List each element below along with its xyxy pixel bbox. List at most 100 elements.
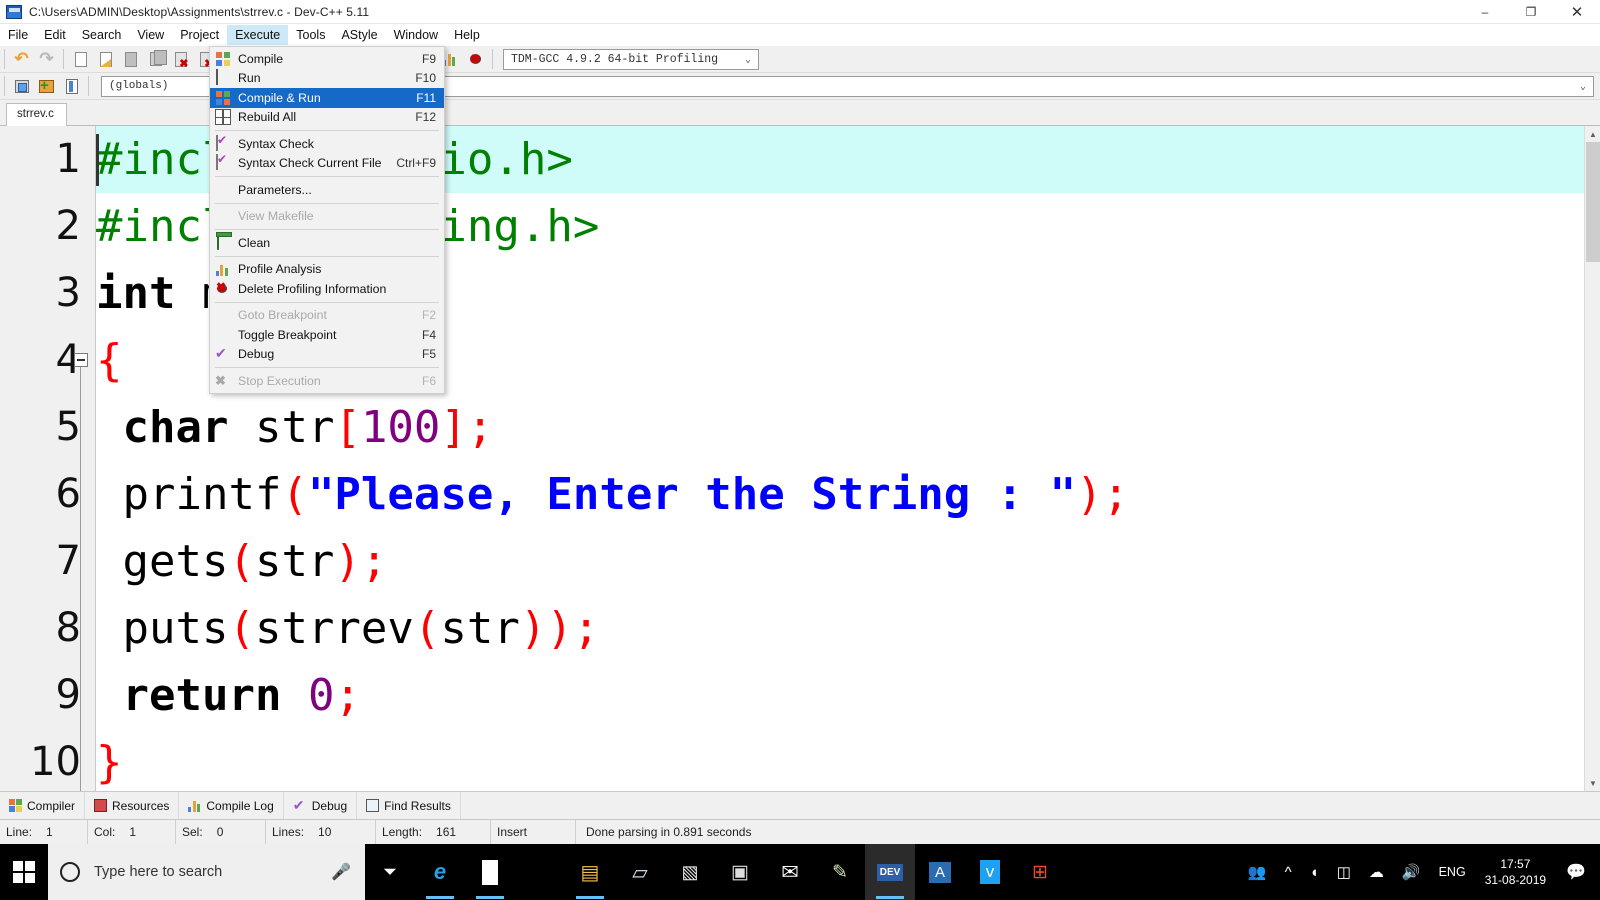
- taskbar-word-icon[interactable]: A: [915, 844, 965, 900]
- scroll-up-arrow[interactable]: ▲: [1585, 126, 1600, 142]
- profile-analysis-icon: [443, 52, 458, 66]
- code-line[interactable]: puts(strrev(str));: [96, 595, 1584, 662]
- bottom-panel-tabs: Compiler Resources Compile Log ✔ Debug Find R…: [0, 791, 1600, 820]
- code-fold-toggle[interactable]: [74, 353, 88, 367]
- delete-profiling-button[interactable]: [464, 48, 487, 70]
- menu-separator: [215, 255, 439, 257]
- menu-item-search[interactable]: Search: [74, 25, 130, 45]
- menu-bar: File Edit Search View Project Execute Tools ASt…: [0, 24, 1600, 46]
- new-file-button[interactable]: [69, 48, 92, 70]
- taskbar-python-icon[interactable]: ▧: [665, 844, 715, 900]
- menu-item-file[interactable]: File: [0, 25, 36, 45]
- code-token: (: [228, 536, 255, 587]
- battery-icon[interactable]: ◫: [1328, 863, 1360, 881]
- execute-menu-item-debug[interactable]: Debug F5: [210, 345, 444, 365]
- bottom-tab-compile-log[interactable]: Compile Log: [179, 792, 284, 819]
- action-center-icon[interactable]: 💬: [1556, 862, 1600, 882]
- taskbar-notepad-icon[interactable]: ▱: [615, 844, 665, 900]
- taskbar-search-input[interactable]: Type here to search 🎤: [48, 844, 365, 900]
- code-token: int: [96, 268, 176, 319]
- compiler-set-select[interactable]: TDM-GCC 4.9.2 64-bit Profiling ⌄: [503, 48, 759, 70]
- language-indicator[interactable]: ENG: [1430, 865, 1475, 879]
- execute-menu-item-delete-profiling-information[interactable]: Delete Profiling Information: [210, 279, 444, 299]
- editor-tab-strrev-c[interactable]: strrev.c: [6, 103, 67, 126]
- office-icon: ⊞: [1032, 861, 1048, 883]
- execute-menu-item-syntax-check-current-file[interactable]: Syntax Check Current File Ctrl+F9: [210, 154, 444, 174]
- code-token: str: [228, 402, 335, 453]
- taskbar-office-icon[interactable]: ⊞: [1015, 844, 1065, 900]
- taskbar-task-view-icon[interactable]: ⏷: [365, 844, 415, 900]
- menu-item-execute[interactable]: Execute: [227, 25, 289, 45]
- taskbar-file-explorer-icon[interactable]: ▤: [565, 844, 615, 900]
- scroll-down-arrow[interactable]: ▼: [1585, 775, 1600, 791]
- maximize-button[interactable]: ❐: [1508, 0, 1554, 24]
- bottom-tab-find-results[interactable]: Find Results: [357, 792, 461, 819]
- minimize-button[interactable]: –: [1462, 0, 1508, 24]
- menu-item-edit[interactable]: Edit: [36, 25, 74, 45]
- code-line[interactable]: gets(str);: [96, 528, 1584, 595]
- members-select[interactable]: ⌄: [255, 75, 1594, 97]
- code-line[interactable]: }: [96, 729, 1584, 791]
- save-button[interactable]: [119, 48, 142, 70]
- code-line[interactable]: return 0;: [96, 662, 1584, 729]
- line-number: 5: [55, 404, 81, 450]
- taskbar-microsoft-store-icon[interactable]: ⊞: [465, 844, 515, 900]
- microphone-icon[interactable]: 🎤: [331, 862, 351, 882]
- close-button[interactable]: ✕: [1554, 0, 1600, 24]
- undo-button[interactable]: [10, 48, 33, 70]
- taskbar-chrome-icon[interactable]: ●: [515, 844, 565, 900]
- execute-menu-item-parameters[interactable]: Parameters...: [210, 180, 444, 200]
- project-options-button[interactable]: [60, 75, 83, 97]
- execute-menu-item-rebuild-all[interactable]: Rebuild All F12: [210, 108, 444, 128]
- menu-item-project[interactable]: Project: [172, 25, 227, 45]
- line-number: 2: [55, 203, 81, 249]
- people-icon[interactable]: 👥: [1239, 863, 1276, 881]
- redo-button[interactable]: [35, 48, 58, 70]
- menu-item-help[interactable]: Help: [446, 25, 488, 45]
- menu-item-shortcut: F11: [416, 90, 436, 105]
- execute-menu-item-syntax-check[interactable]: Syntax Check: [210, 134, 444, 154]
- execute-menu-item-run[interactable]: Run F10: [210, 69, 444, 89]
- syntax-check-file-icon: [214, 154, 232, 171]
- taskbar-mail-icon[interactable]: ✉: [765, 844, 815, 900]
- close-file-icon: [174, 51, 189, 70]
- menu-item-label: Debug: [238, 347, 275, 362]
- menu-item-view[interactable]: View: [129, 25, 172, 45]
- taskbar-terminal-icon[interactable]: ▣: [715, 844, 765, 900]
- close-file-button[interactable]: [169, 48, 192, 70]
- new-project-button[interactable]: [10, 75, 33, 97]
- editor-vertical-scrollbar[interactable]: ▲ ▼: [1584, 126, 1600, 791]
- taskbar-paint-icon[interactable]: ✎: [815, 844, 865, 900]
- execute-menu-item-compile-run[interactable]: Compile & Run F11: [210, 88, 444, 108]
- execute-menu-item-profile-analysis[interactable]: Profile Analysis: [210, 260, 444, 280]
- wifi-icon[interactable]: ◖: [1301, 864, 1328, 881]
- open-file-button[interactable]: [94, 48, 117, 70]
- taskbar-clock[interactable]: 17:57 31-08-2019: [1475, 856, 1556, 888]
- menu-item-tools[interactable]: Tools: [288, 25, 333, 45]
- execute-menu-item-toggle-breakpoint[interactable]: Toggle Breakpoint F4: [210, 325, 444, 345]
- toolbar-divider: [4, 76, 5, 96]
- menu-item-shortcut: F12: [415, 110, 436, 125]
- bottom-tab-debug[interactable]: ✔ Debug: [284, 792, 358, 819]
- menu-item-shortcut: F9: [421, 51, 436, 66]
- taskbar-twitter-icon[interactable]: ᴠ: [965, 844, 1015, 900]
- onedrive-icon[interactable]: ☁: [1360, 863, 1393, 881]
- menu-item-window[interactable]: Window: [386, 25, 446, 45]
- code-token: {: [96, 335, 123, 386]
- execute-menu-item-clean[interactable]: Clean: [210, 233, 444, 253]
- bottom-tab-resources[interactable]: Resources: [85, 792, 180, 819]
- execute-menu-item-compile[interactable]: Compile F9: [210, 49, 444, 69]
- save-all-button[interactable]: [144, 48, 167, 70]
- redo-icon: [39, 51, 55, 67]
- taskbar-devcpp-icon[interactable]: DEV: [865, 844, 915, 900]
- bottom-tab-compiler[interactable]: Compiler: [0, 792, 86, 819]
- add-to-project-button[interactable]: [35, 75, 58, 97]
- taskbar-edge-icon[interactable]: e: [415, 844, 465, 900]
- scrollbar-thumb[interactable]: [1586, 142, 1600, 262]
- show-hidden-icons-chevron-icon[interactable]: ^: [1276, 864, 1301, 881]
- menu-item-astyle[interactable]: AStyle: [333, 25, 385, 45]
- start-button[interactable]: [0, 844, 48, 900]
- code-line[interactable]: printf("Please, Enter the String : ");: [96, 461, 1584, 528]
- code-line[interactable]: char str[100];: [96, 394, 1584, 461]
- volume-icon[interactable]: 🔊: [1393, 863, 1430, 881]
